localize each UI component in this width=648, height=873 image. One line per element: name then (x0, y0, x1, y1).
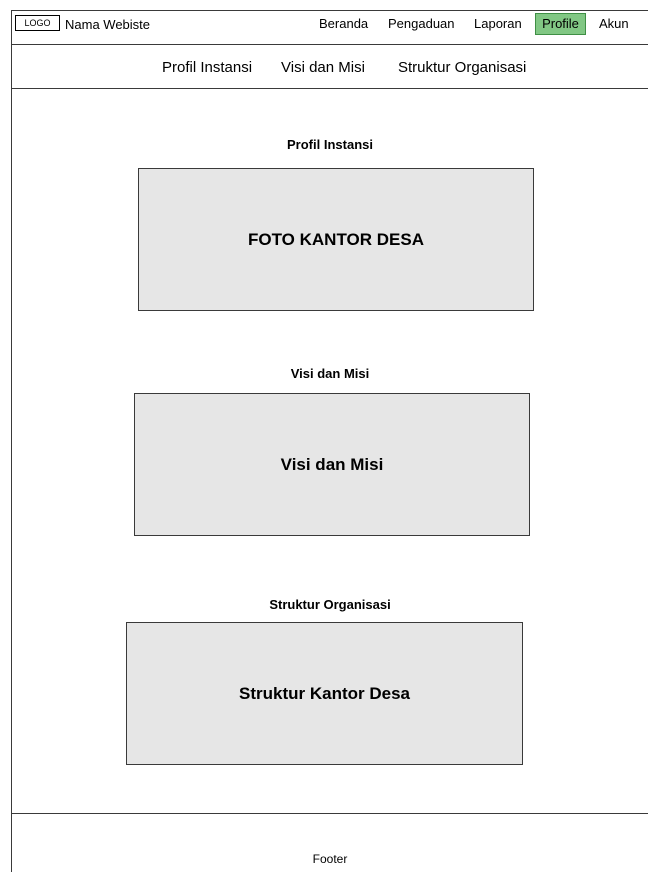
visi-misi-label: Visi dan Misi (280, 454, 384, 474)
visi-section-title: Visi dan Misi (290, 366, 370, 381)
subnav-struktur-organisasi[interactable]: Struktur Organisasi (398, 59, 526, 77)
nav-laporan[interactable]: Laporan (474, 16, 522, 32)
page-frame: LOGO Nama Webiste Beranda Pengaduan Lapo… (11, 10, 648, 872)
top-navbar: LOGO Nama Webiste Beranda Pengaduan Lapo… (12, 11, 648, 45)
profil-section-title: Profil Instansi (287, 137, 373, 152)
sub-navigation: Profil Instansi Visi dan Misi Struktur O… (12, 45, 648, 89)
nav-beranda[interactable]: Beranda (319, 16, 368, 32)
footer: Footer (12, 813, 648, 873)
nav-profile-active[interactable]: Profile (535, 13, 586, 35)
office-photo-label: FOTO KANTOR DESA (248, 229, 424, 249)
logo[interactable]: LOGO (15, 15, 60, 31)
footer-text: Footer (312, 852, 348, 866)
org-structure-label: Struktur Kantor Desa (239, 683, 410, 703)
subnav-visi-misi[interactable]: Visi dan Misi (281, 59, 365, 77)
visi-misi-placeholder: Visi dan Misi (134, 393, 530, 536)
struktur-section-title: Struktur Organisasi (269, 597, 391, 612)
nav-akun[interactable]: Akun (599, 16, 629, 32)
office-photo-placeholder: FOTO KANTOR DESA (138, 168, 534, 311)
nav-pengaduan[interactable]: Pengaduan (388, 16, 455, 32)
org-structure-placeholder: Struktur Kantor Desa (126, 622, 523, 765)
subnav-profil-instansi[interactable]: Profil Instansi (162, 59, 252, 77)
site-name[interactable]: Nama Webiste (65, 17, 150, 33)
